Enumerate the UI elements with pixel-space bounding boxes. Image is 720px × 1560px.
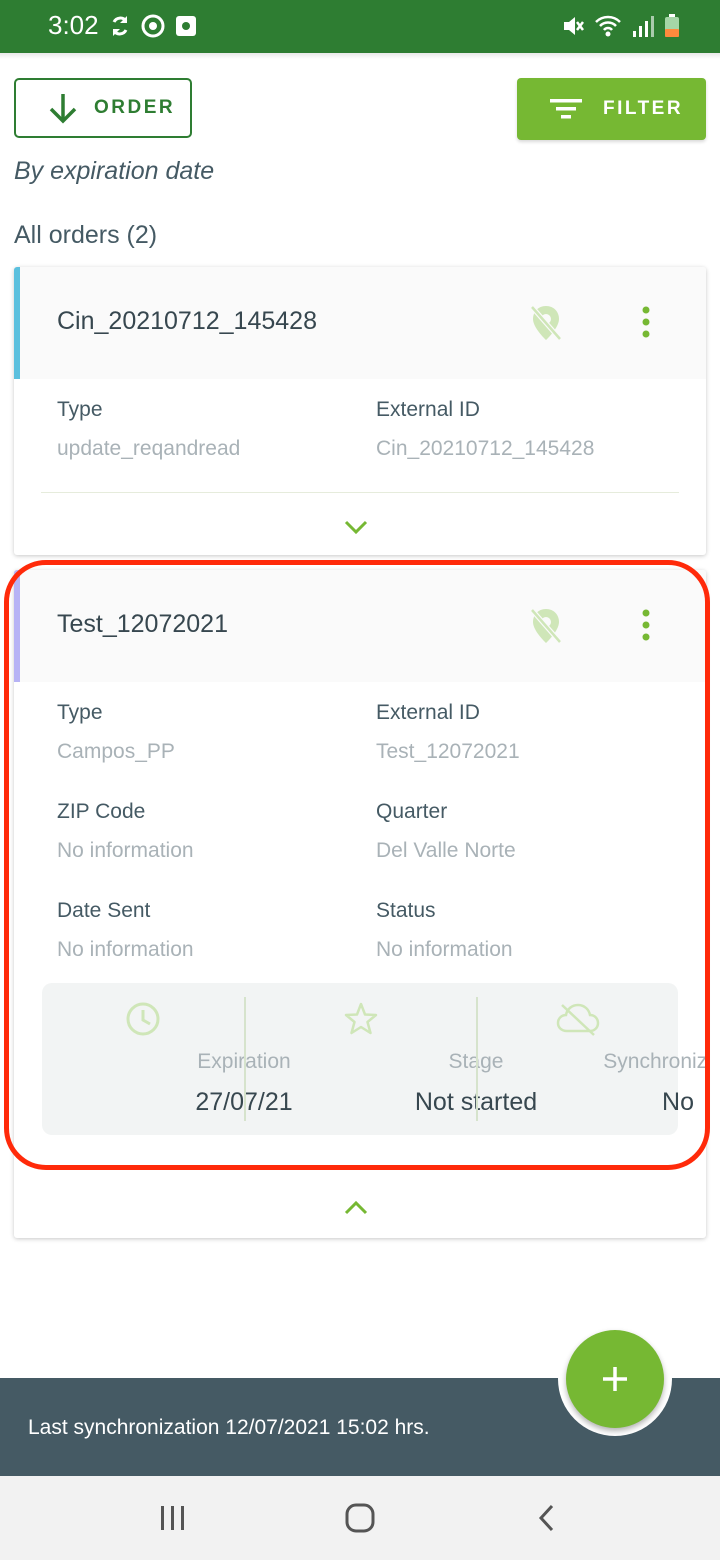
external-id-value: Cin_20210712_145428 [376, 437, 595, 460]
target-icon [140, 13, 166, 44]
order-card-header[interactable]: Test_12072021 [14, 570, 706, 682]
signal-icon [632, 13, 654, 44]
plus-icon [603, 1367, 627, 1391]
mute-icon [562, 13, 584, 44]
quarter-label: Quarter [376, 800, 448, 823]
date-sent-value: No information [57, 938, 194, 961]
type-value: Campos_PP [57, 740, 175, 763]
sync-value: No [662, 1088, 694, 1116]
status-time: 3:02 [48, 10, 99, 40]
sync-icon [108, 13, 132, 44]
status-label: Status [376, 899, 436, 922]
order-button[interactable]: ORDER [14, 78, 192, 138]
order-card[interactable]: Test_12072021 Type Campos_PP External ID… [14, 570, 706, 1238]
topbar-shadow [0, 53, 720, 59]
wifi-icon [594, 13, 622, 44]
more-vert-icon[interactable] [640, 305, 652, 344]
last-sync-text: Last synchronization 12/07/2021 15:02 hr… [28, 1416, 430, 1439]
external-id-label: External ID [376, 398, 480, 421]
order-card-accent [14, 267, 20, 379]
order-button-label: ORDER [94, 97, 176, 118]
recents-icon[interactable] [158, 1502, 188, 1539]
expiration-summary: Expiration 27/07/21 [42, 983, 293, 1135]
order-card-header[interactable]: Cin_20210712_145428 [14, 267, 706, 379]
add-order-button[interactable] [566, 1330, 664, 1428]
type-label: Type [57, 701, 103, 724]
filter-button-label: FILTER [603, 98, 684, 119]
type-value: update_reqandread [57, 437, 241, 460]
order-title: Test_12072021 [57, 610, 228, 638]
external-id-label: External ID [376, 701, 480, 724]
battery-icon [664, 13, 680, 44]
star-icon [343, 1001, 379, 1042]
cloud-off-icon [556, 1001, 600, 1042]
chevron-up-icon[interactable] [342, 1198, 370, 1223]
zip-label: ZIP Code [57, 800, 146, 823]
stage-summary: Stage Not started [246, 983, 537, 1135]
zip-value: No information [57, 839, 194, 862]
type-label: Type [57, 398, 103, 421]
card-divider [41, 492, 679, 493]
home-icon[interactable] [344, 1502, 376, 1539]
clock-icon [125, 1001, 161, 1042]
order-summary: Expiration 27/07/21 Stage Not started Sy… [42, 983, 706, 1135]
chevron-down-icon[interactable] [342, 517, 370, 542]
location-off-icon[interactable] [528, 303, 564, 348]
quarter-value: Del Valle Norte [376, 839, 516, 862]
orders-heading: All orders (2) [14, 221, 158, 249]
sort-description: By expiration date [14, 157, 215, 185]
location-off-icon[interactable] [528, 606, 564, 651]
back-icon[interactable] [536, 1502, 558, 1539]
more-vert-icon[interactable] [640, 608, 652, 647]
date-sent-label: Date Sent [57, 899, 151, 922]
app-icon [174, 13, 198, 44]
sync-summary: Synchronization No [478, 983, 706, 1135]
order-card-accent [14, 570, 20, 682]
system-nav-bar [0, 1476, 720, 1560]
status-bar: 3:02 [0, 0, 720, 53]
order-title: Cin_20210712_145428 [57, 307, 317, 335]
filter-button[interactable]: FILTER [517, 78, 706, 140]
status-value: No information [376, 938, 513, 961]
external-id-value: Test_12072021 [376, 740, 520, 763]
arrow-down-icon [49, 94, 77, 124]
sync-label: Synchronization [603, 1050, 706, 1073]
order-card[interactable]: Cin_20210712_145428 Type update_reqandre… [14, 267, 706, 555]
filter-icon [550, 99, 582, 119]
